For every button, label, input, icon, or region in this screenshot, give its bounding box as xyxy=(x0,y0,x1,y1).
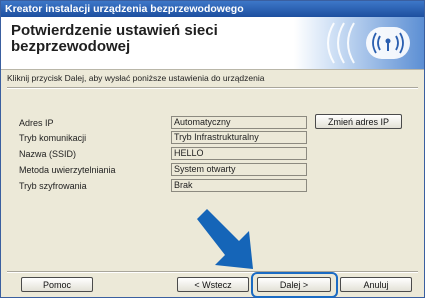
window-title: Kreator instalacji urządzenia bezprzewod… xyxy=(1,1,424,17)
wizard-window: Kreator instalacji urządzenia bezprzewod… xyxy=(0,0,425,298)
value-ip-address: Automatyczny xyxy=(171,116,307,129)
header-banner xyxy=(294,17,424,69)
label-ssid: Nazwa (SSID) xyxy=(19,149,77,159)
footer-divider xyxy=(7,271,418,273)
value-communication-mode: Tryb Infrastrukturalny xyxy=(171,131,307,144)
wifi-signal-icon xyxy=(327,22,410,64)
value-encryption-mode: Brak xyxy=(171,179,307,192)
instruction-text: Kliknij przycisk Dalej, aby wysłać poniż… xyxy=(7,73,265,83)
change-ip-button[interactable]: Zmień adres IP xyxy=(315,114,402,129)
value-ssid: HELLO xyxy=(171,147,307,160)
label-communication-mode: Tryb komunikacji xyxy=(19,133,87,143)
label-encryption-mode: Tryb szyfrowania xyxy=(19,181,87,191)
page-title: Potwierdzenie ustawień sieci bezprzewodo… xyxy=(11,22,218,55)
wizard-header: Potwierdzenie ustawień sieci bezprzewodo… xyxy=(1,17,424,70)
cancel-button[interactable]: Anuluj xyxy=(340,277,412,292)
divider xyxy=(7,87,418,89)
label-auth-method: Metoda uwierzytelniania xyxy=(19,165,116,175)
next-button[interactable]: Dalej > xyxy=(257,277,331,292)
arrow-pointer-icon xyxy=(197,209,253,269)
label-ip-address: Adres IP xyxy=(19,118,54,128)
value-auth-method: System otwarty xyxy=(171,163,307,176)
help-button[interactable]: Pomoc xyxy=(21,277,93,292)
back-button[interactable]: < Wstecz xyxy=(177,277,249,292)
